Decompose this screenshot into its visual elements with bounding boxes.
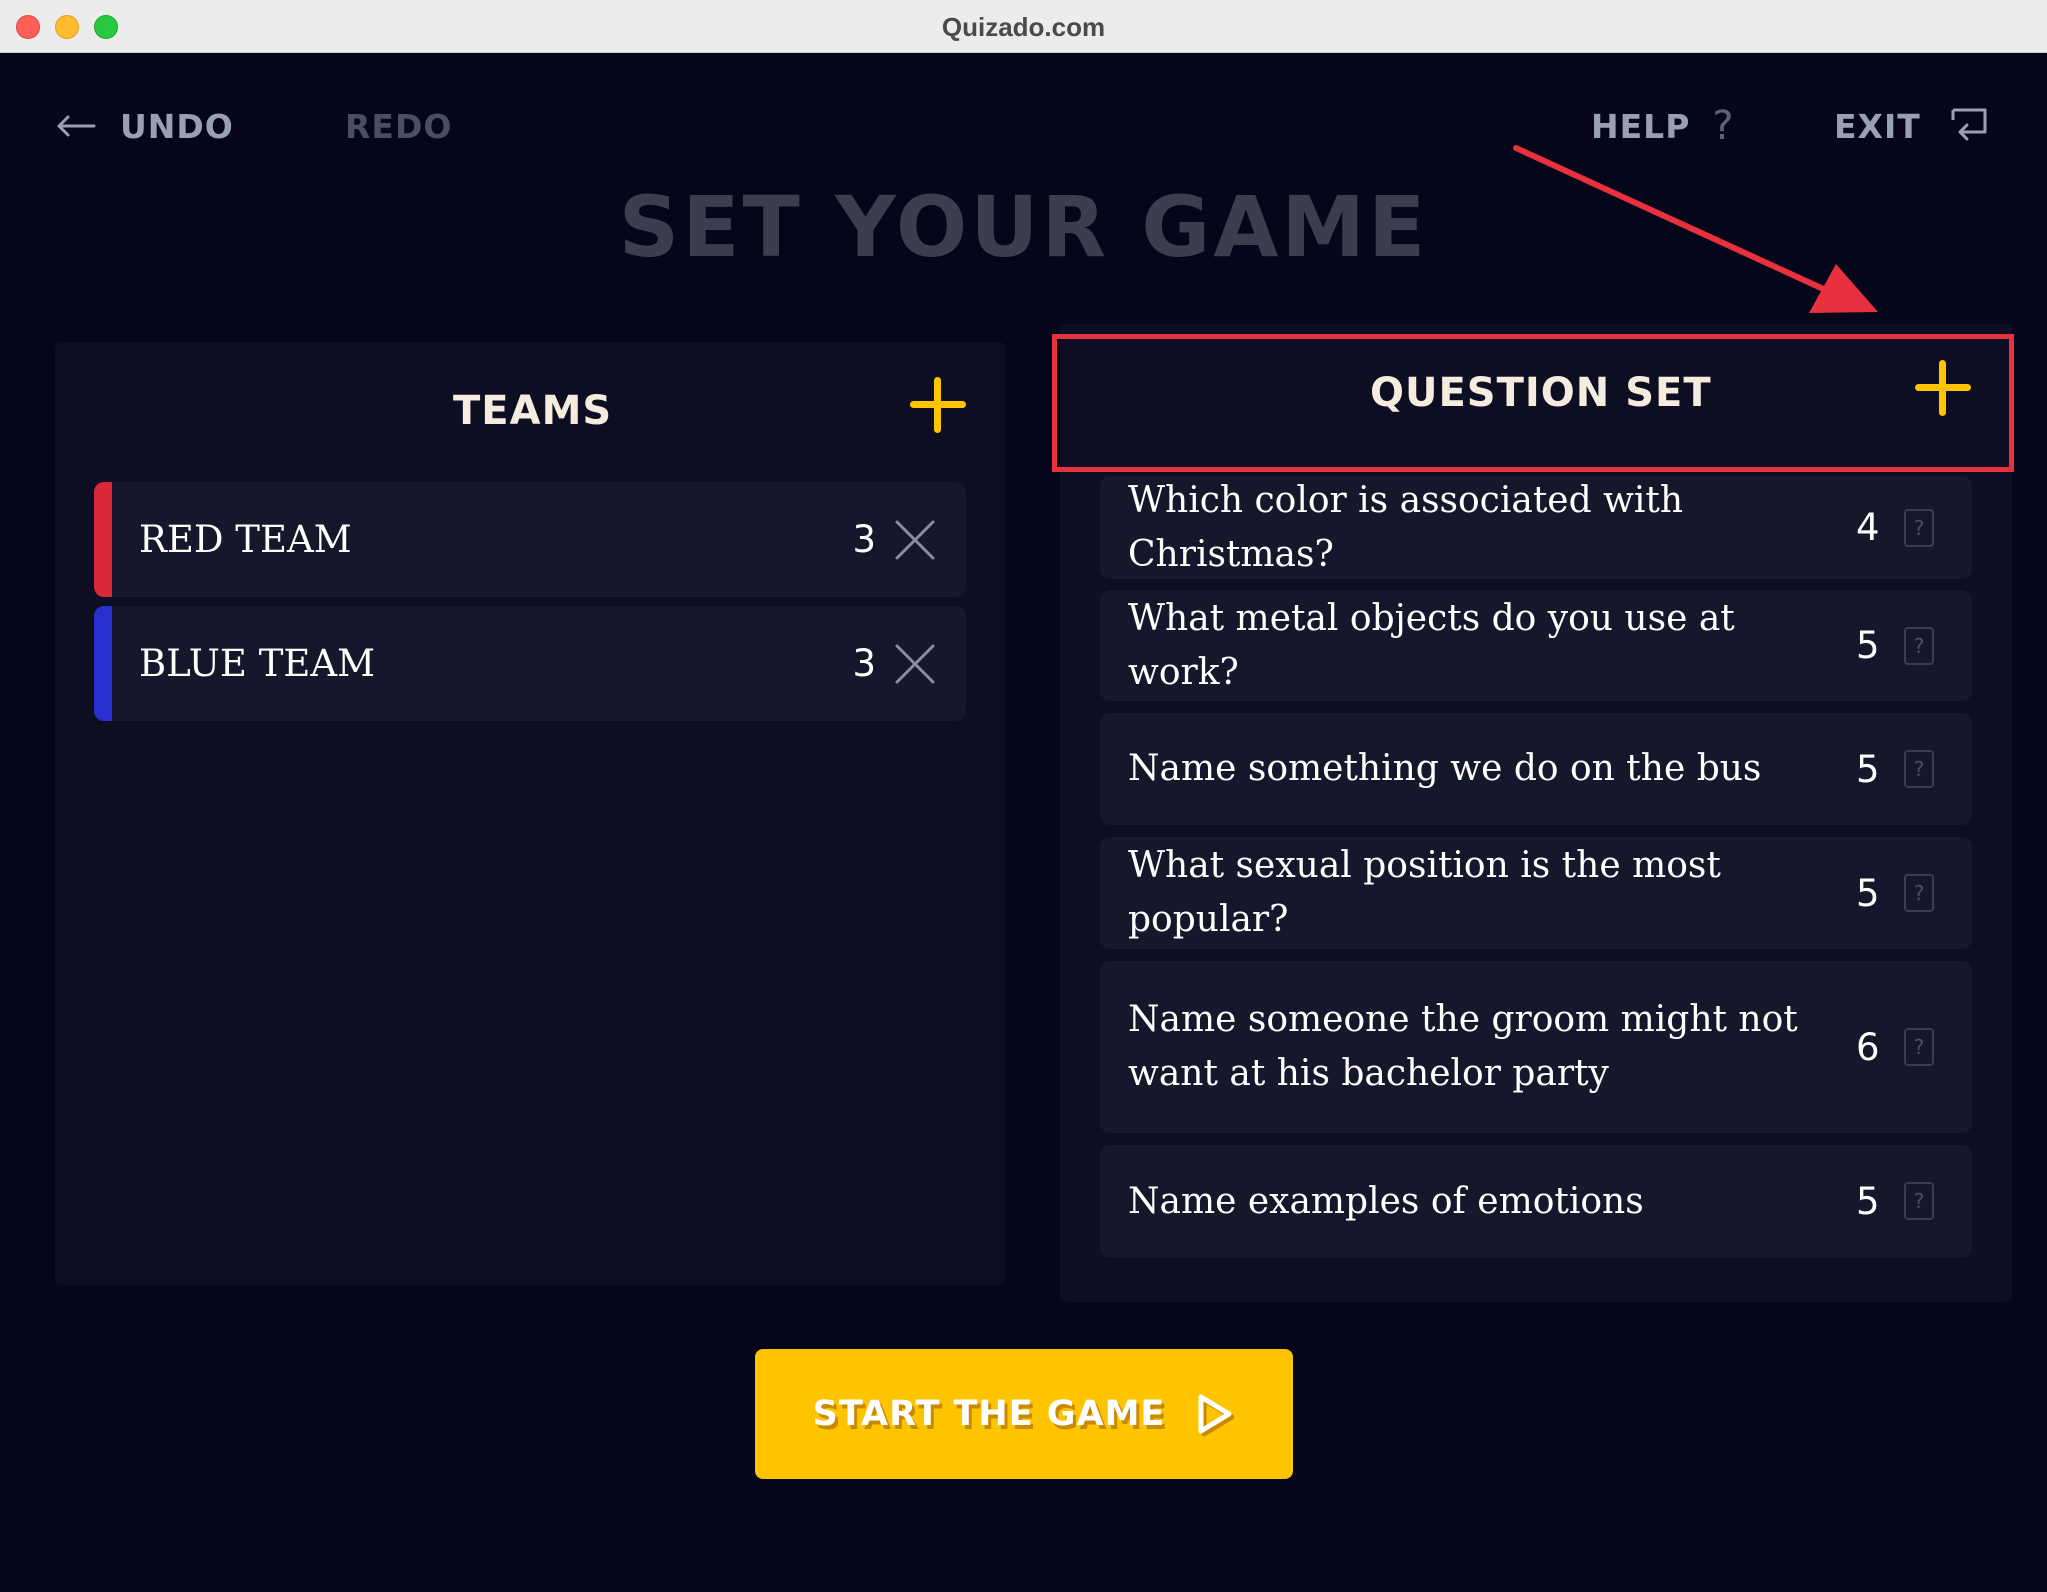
add-question-button[interactable] [1915,360,1971,416]
question-row[interactable]: What sexual position is the most popular… [1100,837,1972,949]
page-title: SET YOUR GAME [618,178,1429,276]
window-title: Quizado.com [941,12,1106,42]
question-text: Name something we do on the bus [1128,748,1762,789]
team-player-count: 3 [852,518,876,561]
exit-button[interactable]: EXIT [1834,106,1989,146]
team-row-red[interactable]: RED TEAM 3 [94,482,966,597]
start-game-button[interactable]: START THE GAME [755,1349,1293,1479]
redo-label: REDO [345,106,453,146]
exit-icon [1951,108,1987,141]
question-text: Which color is associated with Christmas… [1128,479,1684,575]
add-team-button[interactable] [910,377,966,433]
close-icon[interactable] [894,519,936,561]
teams-heading: TEAMS [453,388,613,434]
question-answer-count: 5 [1856,871,1880,915]
question-row[interactable]: Name examples of emotions 5 ? [1100,1145,1972,1258]
question-mark-icon: ? [1712,103,1734,149]
question-row[interactable]: Which color is associated with Christmas… [1100,476,1972,579]
team-color-stripe [94,482,112,597]
title-bar: Quizado.com [0,0,2047,53]
question-mark-icon[interactable]: ? [1904,750,1934,788]
arrow-left-icon [57,115,96,137]
question-row[interactable]: Name someone the groom might not want at… [1100,961,1972,1133]
undo-label: UNDO [120,106,234,146]
team-color-stripe [94,606,112,721]
help-button[interactable]: HELP ? [1591,103,1734,149]
undo-button[interactable]: UNDO [56,106,234,146]
start-game-label: START THE GAME [812,1394,1166,1434]
question-mark-icon[interactable]: ? [1904,1028,1934,1066]
play-icon [1198,1394,1235,1437]
question-answer-count: 5 [1856,747,1880,791]
question-mark-icon[interactable]: ? [1904,1182,1934,1220]
exit-label: EXIT [1834,106,1921,146]
question-row[interactable]: What metal objects do you use at work? 5… [1100,590,1972,701]
team-name[interactable]: BLUE TEAM [139,606,375,721]
team-player-count: 3 [852,642,876,685]
question-mark-icon[interactable]: ? [1904,627,1934,665]
app-window: Quizado.com UNDO REDO HELP ? EXIT SET YO… [0,0,2047,1592]
question-mark-icon[interactable]: ? [1904,509,1934,547]
team-row-blue[interactable]: BLUE TEAM 3 [94,606,966,721]
redo-button[interactable]: REDO [345,106,452,146]
help-label: HELP [1591,106,1691,146]
question-text: What metal objects do you use at work? [1128,597,1735,693]
close-icon[interactable] [894,643,936,685]
question-set-heading: QUESTION SET [1370,370,1712,416]
team-name[interactable]: RED TEAM [139,482,352,597]
question-answer-count: 4 [1856,506,1880,549]
question-answer-count: 5 [1856,1180,1880,1223]
question-answer-count: 6 [1856,1025,1880,1069]
question-text: Name examples of emotions [1128,1180,1644,1222]
question-answer-count: 5 [1856,624,1880,667]
question-mark-icon[interactable]: ? [1904,874,1934,912]
question-row[interactable]: Name something we do on the bus 5 ? [1100,713,1972,825]
question-text: What sexual position is the most popular… [1128,845,1721,940]
question-text: Name someone the groom might not want at… [1128,999,1798,1094]
